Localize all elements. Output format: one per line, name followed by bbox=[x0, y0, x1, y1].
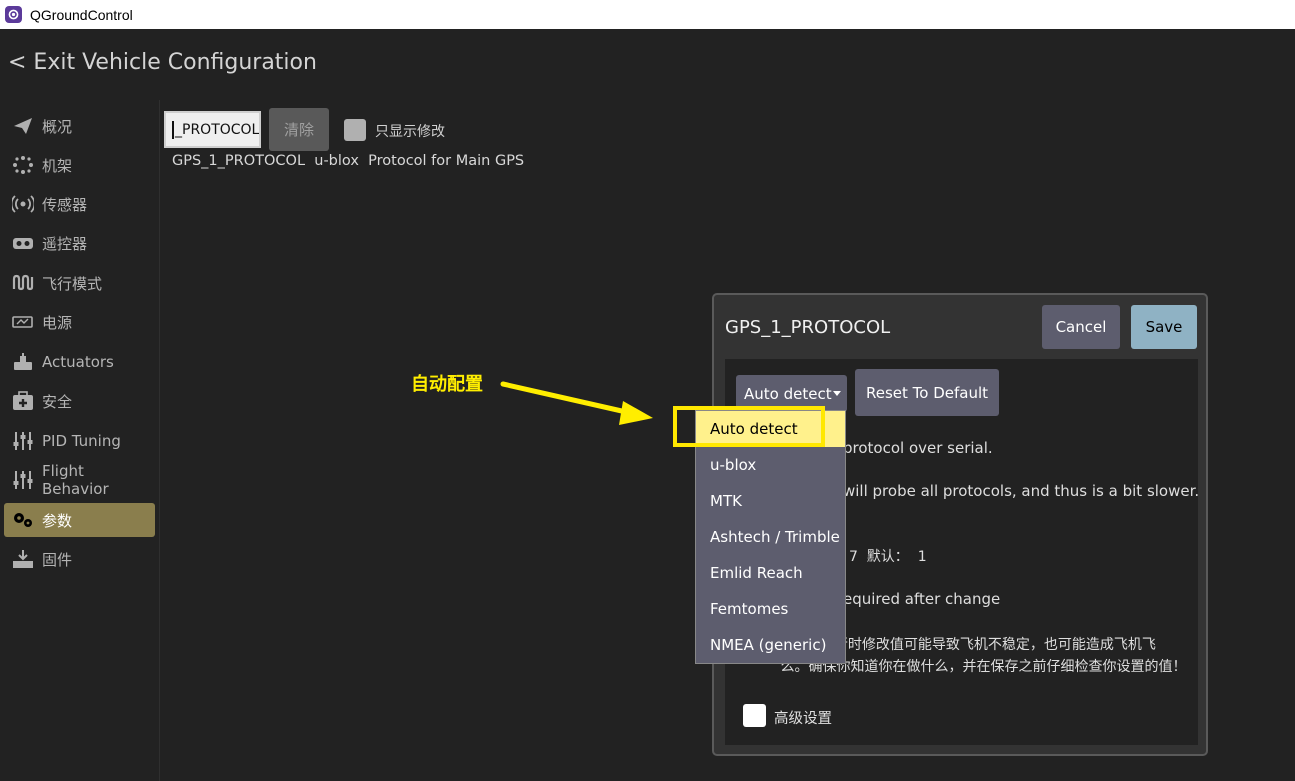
param-value: u-blox bbox=[314, 153, 359, 169]
description-line-1: protocol over serial. bbox=[843, 439, 993, 457]
sliders-icon bbox=[12, 431, 34, 451]
exit-vehicle-configuration-link[interactable]: < Exit Vehicle Configuration bbox=[8, 50, 317, 75]
sidebar-item-flight-behavior[interactable]: Flight Behavior bbox=[4, 462, 155, 498]
sidebar-item-label: Actuators bbox=[42, 353, 114, 371]
sidebar-item-airframe[interactable]: 机架 bbox=[4, 148, 155, 182]
sidebar-item-label: 传感器 bbox=[42, 195, 88, 214]
firmware-icon bbox=[12, 549, 34, 569]
annotation-arrow-icon bbox=[500, 381, 653, 425]
sidebar-item-pid-tuning[interactable]: PID Tuning bbox=[4, 424, 155, 458]
parameter-search-input[interactable]: _PROTOCOL bbox=[164, 111, 261, 148]
window-titlebar: QGroundControl bbox=[0, 0, 1295, 29]
search-input-value: _PROTOCOL bbox=[172, 120, 259, 139]
sidebar-item-firmware[interactable]: 固件 bbox=[4, 542, 155, 576]
annotation-highlight-box bbox=[673, 406, 825, 447]
flight-modes-icon bbox=[12, 273, 34, 293]
chevron-down-icon bbox=[833, 391, 841, 396]
sidebar-item-label: 安全 bbox=[42, 392, 73, 411]
airframe-icon bbox=[12, 155, 34, 175]
cancel-button[interactable]: Cancel bbox=[1042, 305, 1120, 349]
range-default-text: 7 默认： 1 bbox=[849, 549, 927, 565]
show-modified-only-label: 只显示修改 bbox=[375, 124, 445, 140]
dropdown-option-femtomes[interactable]: Femtomes bbox=[696, 591, 845, 627]
sidebar-item-parameters[interactable]: 参数 bbox=[4, 503, 155, 537]
param-name: GPS_1_PROTOCOL bbox=[172, 153, 306, 169]
advanced-settings-label: 高级设置 bbox=[774, 711, 832, 727]
sidebar-item-label: 飞行模式 bbox=[42, 274, 103, 293]
dropdown-option-ashtech-trimble[interactable]: Ashtech / Trimble bbox=[696, 519, 845, 555]
sidebar-item-label: 固件 bbox=[42, 550, 73, 569]
reset-to-default-button[interactable]: Reset To Default bbox=[855, 369, 999, 416]
sidebar-item-label: PID Tuning bbox=[42, 432, 121, 450]
dropdown-option-nmea-generic[interactable]: NMEA (generic) bbox=[696, 627, 845, 663]
sidebar-item-label: 遥控器 bbox=[42, 234, 88, 253]
dropdown-option-ublox[interactable]: u-blox bbox=[696, 447, 845, 483]
sidebar-item-label: 机架 bbox=[42, 156, 73, 175]
sidebar-item-label: Flight Behavior bbox=[42, 462, 109, 498]
param-description: Protocol for Main GPS bbox=[368, 153, 525, 169]
sidebar-divider bbox=[159, 100, 160, 781]
description-line-2: will probe all protocols, and thus is a … bbox=[843, 482, 1200, 500]
safety-icon bbox=[12, 391, 34, 411]
sidebar-item-label: 电源 bbox=[42, 313, 73, 332]
save-button[interactable]: Save bbox=[1131, 305, 1197, 349]
sidebar-item-summary[interactable]: 概况 bbox=[4, 109, 155, 143]
sidebar-item-label: 参数 bbox=[42, 511, 73, 530]
sensors-icon bbox=[12, 194, 34, 214]
qgroundcontrol-logo-icon bbox=[5, 6, 22, 23]
protocol-dropdown-list: Auto detect u-blox MTK Ashtech / Trimble… bbox=[695, 410, 846, 664]
advanced-settings-checkbox[interactable] bbox=[743, 704, 766, 727]
sliders-icon bbox=[12, 470, 34, 490]
paper-plane-icon bbox=[12, 116, 34, 136]
clear-search-button[interactable]: 清除 bbox=[269, 108, 329, 151]
battery-icon bbox=[12, 312, 34, 332]
sidebar-item-sensors[interactable]: 传感器 bbox=[4, 187, 155, 221]
radio-icon bbox=[12, 233, 34, 253]
sidebar-item-label: 概况 bbox=[42, 117, 73, 136]
combobox-value: Auto detect bbox=[744, 384, 832, 403]
sidebar-item-flight-modes[interactable]: 飞行模式 bbox=[4, 266, 155, 300]
sidebar-item-safety[interactable]: 安全 bbox=[4, 384, 155, 418]
window-title: QGroundControl bbox=[30, 6, 133, 23]
reboot-required-text: equired after change bbox=[843, 590, 1001, 608]
sidebar-item-actuators[interactable]: Actuators bbox=[4, 345, 155, 379]
gears-icon bbox=[12, 510, 34, 530]
actuators-icon bbox=[12, 352, 34, 372]
dropdown-option-mtk[interactable]: MTK bbox=[696, 483, 845, 519]
show-modified-only-checkbox[interactable] bbox=[344, 119, 366, 141]
sidebar-item-power[interactable]: 电源 bbox=[4, 305, 155, 339]
dropdown-option-emlid-reach[interactable]: Emlid Reach bbox=[696, 555, 845, 591]
annotation-label: 自动配置 bbox=[411, 374, 483, 395]
sidebar-item-radio[interactable]: 遥控器 bbox=[4, 226, 155, 260]
dialog-title: GPS_1_PROTOCOL bbox=[725, 317, 891, 338]
parameter-row[interactable]: GPS_1_PROTOCOL u-blox Protocol for Main … bbox=[172, 153, 524, 169]
